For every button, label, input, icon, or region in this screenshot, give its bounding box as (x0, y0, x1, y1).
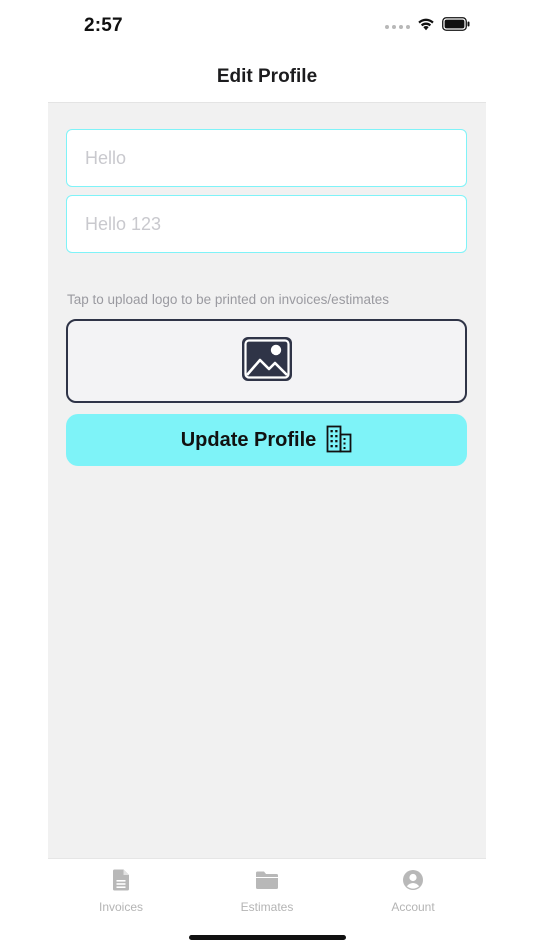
tab-bar: Invoices Estimates Account (48, 858, 486, 918)
home-indicator (189, 935, 346, 940)
user-circle-icon (402, 869, 424, 896)
document-icon (112, 869, 130, 896)
battery-icon (442, 17, 470, 36)
wifi-icon (417, 17, 435, 36)
update-profile-label: Update Profile (180, 428, 317, 451)
profile-form: Tap to upload logo to be printed on invo… (48, 102, 486, 858)
tab-invoices[interactable]: Invoices (48, 859, 194, 918)
logo-upload-hint: Tap to upload logo to be printed on invo… (67, 292, 389, 307)
tab-account[interactable]: Account (340, 859, 486, 918)
logo-upload-button[interactable] (66, 319, 467, 403)
folder-icon (255, 869, 279, 896)
status-bar: 2:57 (0, 0, 534, 52)
image-icon (241, 336, 292, 386)
page-title: Edit Profile (216, 66, 318, 87)
edit-profile-screen: 2:57 Edit Profile Hello Hello 123 Tap to… (0, 0, 534, 950)
tab-estimates-label: Estimates (240, 900, 294, 914)
status-time: 2:57 (84, 15, 123, 36)
status-icons (385, 17, 470, 36)
cellular-signal-icon (385, 24, 410, 29)
tab-account-label: Account (391, 900, 435, 914)
building-icon (326, 425, 352, 456)
tab-invoices-label: Invoices (98, 900, 144, 914)
business-name-input[interactable] (66, 129, 467, 187)
update-profile-button[interactable]: Update Profile (66, 414, 467, 466)
business-phone-input[interactable] (66, 195, 467, 253)
tab-estimates[interactable]: Estimates (194, 859, 340, 918)
nav-header: Edit Profile (0, 52, 534, 102)
